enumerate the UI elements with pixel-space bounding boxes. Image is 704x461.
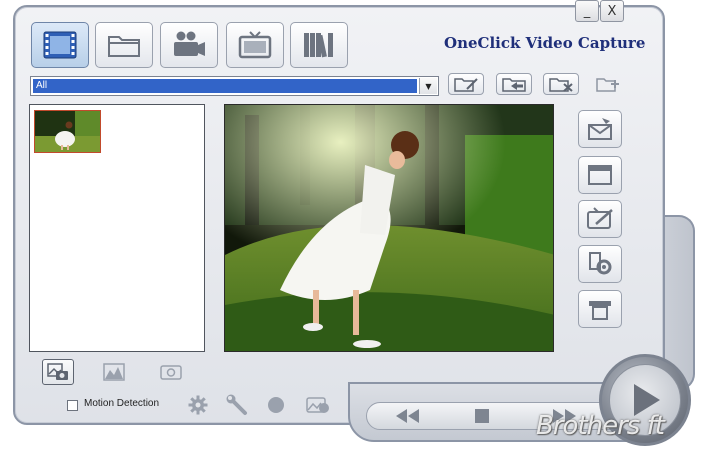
edit-folder-button[interactable] [448,73,484,95]
import-folder-button[interactable] [496,73,532,95]
watermark: Brothers ft [536,411,665,441]
record-dot-icon [268,397,284,413]
category-select[interactable]: All ▼ [30,76,439,96]
minimize-label: _ [583,3,591,19]
settings-button[interactable] [187,394,209,416]
motion-detection-checkbox[interactable] [67,400,78,411]
send-mail-icon [588,118,612,140]
folder-delete-icon [549,78,573,92]
tv-edit-button[interactable] [578,200,622,238]
camera-icon [160,365,182,380]
snapshot-icon [47,363,68,380]
image-camera-button[interactable] [304,394,332,416]
image-camera-icon [306,397,329,413]
folder-add-icon [596,78,619,92]
mode-camcorder-button[interactable] [160,22,218,68]
rewind-button[interactable] [394,407,422,425]
add-folder-button[interactable] [594,74,622,94]
minimize-button[interactable]: _ [575,0,599,22]
stop-button[interactable] [468,407,496,425]
camera-button[interactable] [155,359,187,385]
video-preview [224,104,554,352]
folder-import-icon [502,78,526,92]
image-histogram-button[interactable] [98,359,130,385]
motion-detection-label: Motion Detection [84,398,160,409]
record-button[interactable] [265,394,287,416]
camcorder-icon [174,31,205,56]
tv-edit-icon [587,207,613,229]
tools-button[interactable] [226,394,248,416]
wrench-icon [226,394,247,415]
preview-image [225,105,553,351]
thumbnail-item[interactable] [34,110,101,153]
mode-library-button[interactable] [290,22,348,68]
stop-icon [475,409,489,423]
window-button[interactable] [578,156,622,194]
folder-edit-icon [454,78,478,92]
mode-video-button[interactable] [31,22,89,68]
stack-button[interactable] [578,290,622,328]
rewind-icon [396,409,419,423]
window-icon [588,165,612,185]
usb-settings-icon [589,252,612,275]
category-selected-value: All [33,79,417,93]
close-label: X [607,3,617,19]
usb-settings-button[interactable] [578,245,622,283]
tv-icon [238,31,272,59]
folder-icon [108,36,140,57]
image-histogram-icon [103,363,125,381]
thumbnail-image [35,111,100,152]
app-title: OneClick Video Capture [444,34,646,52]
send-mail-button[interactable] [578,110,622,148]
mode-tv-button[interactable] [226,22,284,68]
snapshot-button[interactable] [42,359,74,385]
stack-icon [589,301,611,320]
delete-folder-button[interactable] [543,73,579,95]
chevron-down-icon[interactable]: ▼ [419,78,437,94]
library-books-icon [304,33,333,58]
close-button[interactable]: X [600,0,624,22]
mode-folder-button[interactable] [95,22,153,68]
gear-icon [188,395,208,415]
film-icon [43,31,77,59]
